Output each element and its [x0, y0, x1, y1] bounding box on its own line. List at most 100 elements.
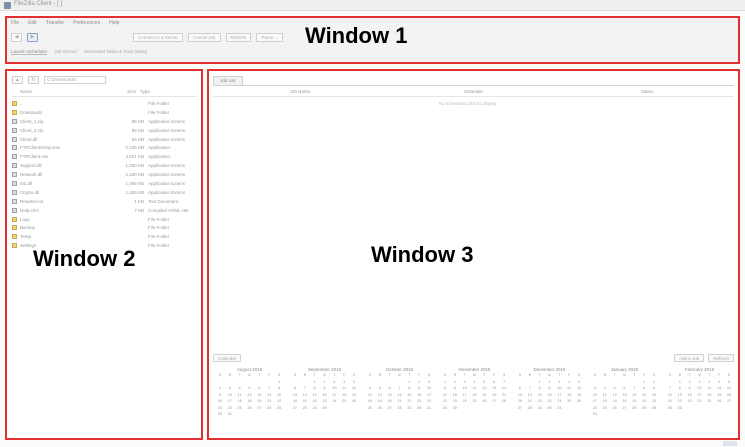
calendar-day[interactable]: 30: [450, 407, 460, 412]
file-row[interactable]: Backup File Folder: [12, 223, 197, 232]
calendar-day[interactable]: 4: [339, 381, 349, 386]
calendar-day[interactable]: 14: [629, 394, 639, 399]
calendar-day[interactable]: 10: [590, 394, 600, 399]
file-row[interactable]: FTPClient.exe 4,021 KB Application: [12, 152, 197, 161]
calendar-day[interactable]: 26: [610, 407, 620, 412]
month-calendar[interactable]: September 2015 S M T W T F S 1 2 3 4 5 6 7 8 9 10 11 12 13 14…: [290, 367, 359, 431]
calendar-day[interactable]: 21: [300, 400, 310, 405]
menu-item-preferences[interactable]: Preferences: [73, 20, 100, 28]
calendar-day[interactable]: 4: [600, 387, 610, 392]
calendar-day[interactable]: 2: [649, 381, 659, 386]
calendar-day[interactable]: 9: [215, 394, 225, 399]
calendar-day[interactable]: 3: [554, 381, 564, 386]
file-row[interactable]: Help.chm 7 KB Compiled HTML Hel: [12, 206, 197, 215]
calendar-day[interactable]: 6: [724, 381, 734, 386]
calendar-day[interactable]: 22: [404, 400, 414, 405]
calendar-day[interactable]: 13: [489, 387, 499, 392]
calendar-day[interactable]: 20: [489, 394, 499, 399]
file-row[interactable]: FTPClientSetup.exe 2,105 KB Application: [12, 143, 197, 152]
calendar-day[interactable]: 10: [329, 387, 339, 392]
calendar-day[interactable]: 29: [404, 407, 414, 412]
calendar-day[interactable]: 15: [404, 394, 414, 399]
menu-item-edit[interactable]: Edit: [28, 20, 37, 28]
calendar-day[interactable]: 28: [629, 407, 639, 412]
calendar-day[interactable]: 21: [395, 400, 405, 405]
calendar-day[interactable]: 19: [349, 394, 359, 399]
calendar-day[interactable]: 16: [320, 394, 330, 399]
column-type[interactable]: Type: [140, 89, 197, 96]
calendar-day[interactable]: 26: [349, 400, 359, 405]
file-row[interactable]: Readme.txt 1 KB Text Document: [12, 197, 197, 206]
calendar-day[interactable]: 25: [564, 400, 574, 405]
connect-button[interactable]: Connect to a Server: [133, 32, 184, 42]
calendar-day[interactable]: 18: [470, 394, 480, 399]
calendar-day[interactable]: 18: [339, 394, 349, 399]
calendar-day[interactable]: 9: [414, 387, 424, 392]
calendar-day[interactable]: 23: [320, 400, 330, 405]
calendar-day[interactable]: 20: [515, 400, 525, 405]
calendar-day[interactable]: 22: [639, 400, 649, 405]
column-size[interactable]: Size: [102, 89, 140, 96]
month-calendar[interactable]: November 2015 S M T W T F S 1 2 3 4 5 6 7 8 9 10 11 12 13 14 1…: [440, 367, 509, 431]
calendar-day[interactable]: 8: [404, 387, 414, 392]
calendar-day[interactable]: 26: [245, 407, 255, 412]
calendar-tab[interactable]: Calendar: [213, 354, 242, 362]
calendar-day[interactable]: 2: [545, 381, 555, 386]
calendar-day[interactable]: 14: [525, 394, 535, 399]
calendar-day[interactable]: 22: [274, 400, 284, 405]
calendar-day[interactable]: 26: [479, 400, 489, 405]
calendar-day[interactable]: 15: [675, 394, 685, 399]
calendar-day[interactable]: 14: [395, 394, 405, 399]
calendar-day[interactable]: 18: [704, 394, 714, 399]
calendar-day[interactable]: 14: [665, 394, 675, 399]
calendar-day[interactable]: 7: [264, 387, 274, 392]
calendar-day[interactable]: 7: [665, 387, 675, 392]
calendar-day[interactable]: 1: [639, 381, 649, 386]
calendar-day[interactable]: 22: [440, 400, 450, 405]
calendar-day[interactable]: 5: [349, 381, 359, 386]
path-input[interactable]: C:\Downloads\: [44, 76, 106, 84]
calendar-day[interactable]: 18: [564, 394, 574, 399]
resize-grip[interactable]: [723, 441, 737, 446]
calendar-day[interactable]: 10: [695, 387, 705, 392]
calendar-day[interactable]: 26: [375, 407, 385, 412]
calendar-day[interactable]: 13: [254, 394, 264, 399]
calendar-day[interactable]: 22: [675, 400, 685, 405]
calendar-day[interactable]: 19: [574, 394, 584, 399]
calendar-day[interactable]: 25: [365, 407, 375, 412]
calendar-day[interactable]: 29: [274, 407, 284, 412]
calendar-day[interactable]: 12: [375, 394, 385, 399]
calendar-day[interactable]: 3: [225, 387, 235, 392]
calendar-day[interactable]: 15: [274, 394, 284, 399]
file-row[interactable]: Ssl.dll 1,455 KB Application Extens: [12, 179, 197, 188]
calendar-day[interactable]: 6: [385, 387, 395, 392]
calendar-day[interactable]: 11: [339, 387, 349, 392]
column-schedule[interactable]: Schedule: [387, 89, 561, 96]
calendar-day[interactable]: 14: [264, 394, 274, 399]
calendar-day[interactable]: 7: [499, 381, 509, 386]
refresh-icon[interactable]: ↻: [28, 76, 39, 84]
calendar-day[interactable]: 12: [610, 394, 620, 399]
calendar-day[interactable]: 28: [525, 407, 535, 412]
calendar-day[interactable]: 6: [254, 387, 264, 392]
calendar-day[interactable]: 24: [695, 400, 705, 405]
calendar-day[interactable]: 23: [685, 400, 695, 405]
calendar-day[interactable]: 28: [264, 407, 274, 412]
calendar-day[interactable]: 13: [620, 394, 630, 399]
calendar-day[interactable]: 21: [665, 400, 675, 405]
calendar-day[interactable]: 17: [225, 400, 235, 405]
calendar-day[interactable]: 19: [479, 394, 489, 399]
calendar-day[interactable]: 2: [685, 381, 695, 386]
calendar-day[interactable]: 2: [414, 381, 424, 386]
calendar-day[interactable]: 5: [479, 381, 489, 386]
calendar-day[interactable]: 20: [620, 400, 630, 405]
calendar-day[interactable]: 25: [235, 407, 245, 412]
calendar-day[interactable]: 20: [724, 394, 734, 399]
calendar-day[interactable]: 5: [574, 381, 584, 386]
calendar-day[interactable]: 5: [610, 387, 620, 392]
calendar-day[interactable]: 24: [329, 400, 339, 405]
calendar-day[interactable]: 12: [574, 387, 584, 392]
calendar-day[interactable]: 15: [639, 394, 649, 399]
file-row[interactable]: .. File Folder: [12, 99, 197, 108]
calendar-day[interactable]: 25: [339, 400, 349, 405]
